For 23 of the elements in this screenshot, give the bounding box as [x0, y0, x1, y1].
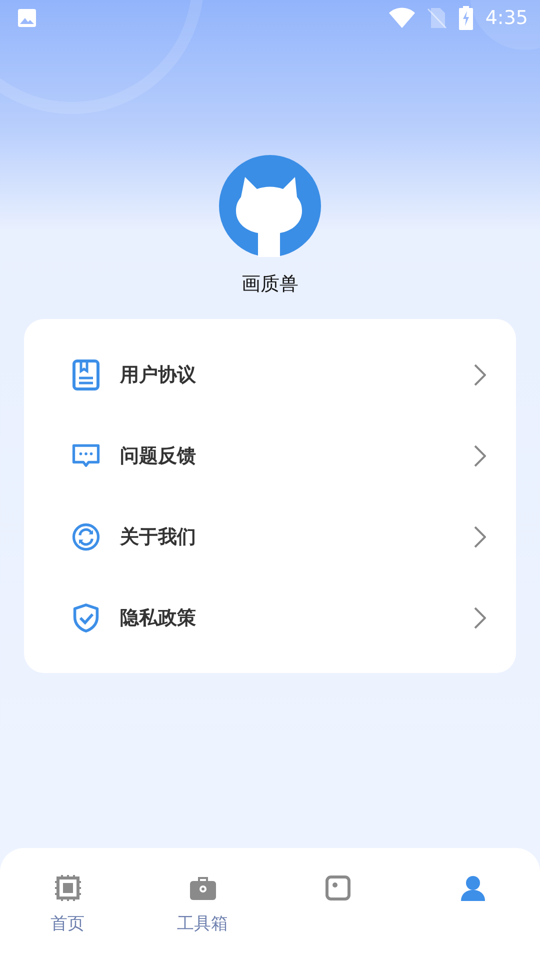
- profile-name: 画质兽: [242, 272, 298, 297]
- shield-check-icon: [72, 602, 100, 634]
- nav-tab[interactable]: 首页: [0, 874, 135, 960]
- status-time: 4:35: [485, 7, 528, 29]
- wifi-icon: [389, 7, 416, 29]
- menu-item[interactable]: 关于我们: [24, 496, 516, 577]
- nav-tab[interactable]: 工具箱: [135, 874, 270, 960]
- chevron-right-icon: [474, 526, 486, 548]
- no-sim-icon: [427, 7, 448, 29]
- chevron-right-icon: [474, 364, 486, 386]
- image-icon: [17, 8, 37, 28]
- menu-item[interactable]: 用户协议: [24, 334, 516, 415]
- person-icon: [458, 874, 486, 902]
- document-icon: [72, 358, 100, 390]
- frame-icon: [324, 874, 352, 902]
- chevron-right-icon: [474, 606, 486, 628]
- menu-item[interactable]: 隐私政策: [24, 577, 516, 658]
- menu-item[interactable]: 问题反馈: [24, 415, 516, 496]
- refresh-circle-icon: [72, 520, 100, 552]
- chip-icon: [54, 874, 82, 902]
- chevron-right-icon: [474, 444, 486, 466]
- toolbox-icon: [188, 874, 216, 902]
- battery-charging-icon: [459, 6, 474, 30]
